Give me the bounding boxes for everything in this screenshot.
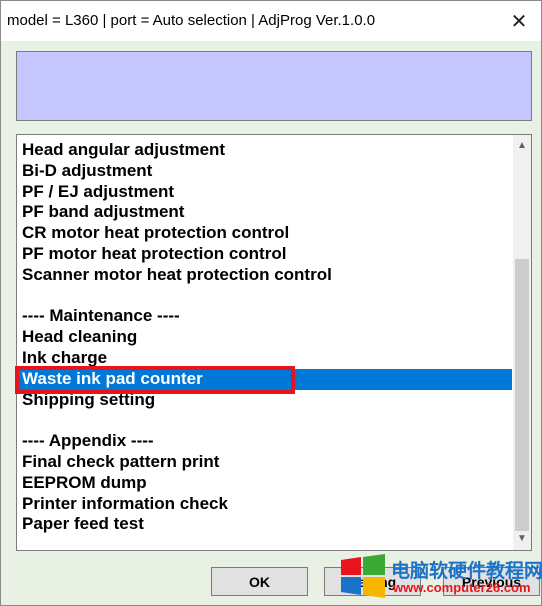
list-item[interactable]: Scanner motor heat protection control: [18, 265, 512, 286]
function-list[interactable]: Head angular adjustment Bi-D adjustment PF…: [18, 140, 512, 535]
list-item[interactable]: Shipping setting: [18, 390, 512, 411]
list-item[interactable]: Waste ink pad counter: [18, 368, 512, 390]
previous-button[interactable]: Previous: [443, 567, 540, 596]
scroll-down-icon[interactable]: ▼: [513, 530, 531, 548]
setting-button[interactable]: Setting: [324, 567, 421, 596]
list-item[interactable]: ---- Maintenance ----: [18, 306, 512, 327]
ok-button[interactable]: OK: [211, 567, 308, 596]
list-item[interactable]: EEPROM dump: [18, 473, 512, 494]
list-item[interactable]: PF band adjustment: [18, 202, 512, 223]
scroll-thumb[interactable]: [515, 259, 529, 531]
list-item[interactable]: ---- Appendix ----: [18, 431, 512, 452]
adjprog-window: model = L360 | port = Auto selection | A…: [0, 0, 542, 606]
list-item[interactable]: [18, 286, 512, 307]
list-item[interactable]: Printer information check: [18, 494, 512, 515]
list-item[interactable]: Bi-D adjustment: [18, 161, 512, 182]
list-item[interactable]: PF motor heat protection control: [18, 244, 512, 265]
list-item[interactable]: Head angular adjustment: [18, 140, 512, 161]
title-bar: model = L360 | port = Auto selection | A…: [1, 1, 541, 41]
list-item[interactable]: Head cleaning: [18, 327, 512, 348]
list-item[interactable]: Ink charge: [18, 348, 512, 369]
list-item[interactable]: PF / EJ adjustment: [18, 182, 512, 203]
window-title: model = L360 | port = Auto selection | A…: [7, 12, 376, 29]
list-item[interactable]: Final check pattern print: [18, 452, 512, 473]
status-display: [16, 51, 532, 121]
list-item[interactable]: CR motor heat protection control: [18, 223, 512, 244]
scroll-up-icon[interactable]: ▲: [513, 137, 531, 155]
close-icon[interactable]: ✕: [503, 5, 535, 37]
list-item[interactable]: [18, 410, 512, 431]
list-item[interactable]: Paper feed test: [18, 514, 512, 535]
function-listbox[interactable]: Head angular adjustment Bi-D adjustment PF…: [16, 134, 532, 551]
vertical-scrollbar[interactable]: ▲ ▼: [513, 135, 531, 550]
